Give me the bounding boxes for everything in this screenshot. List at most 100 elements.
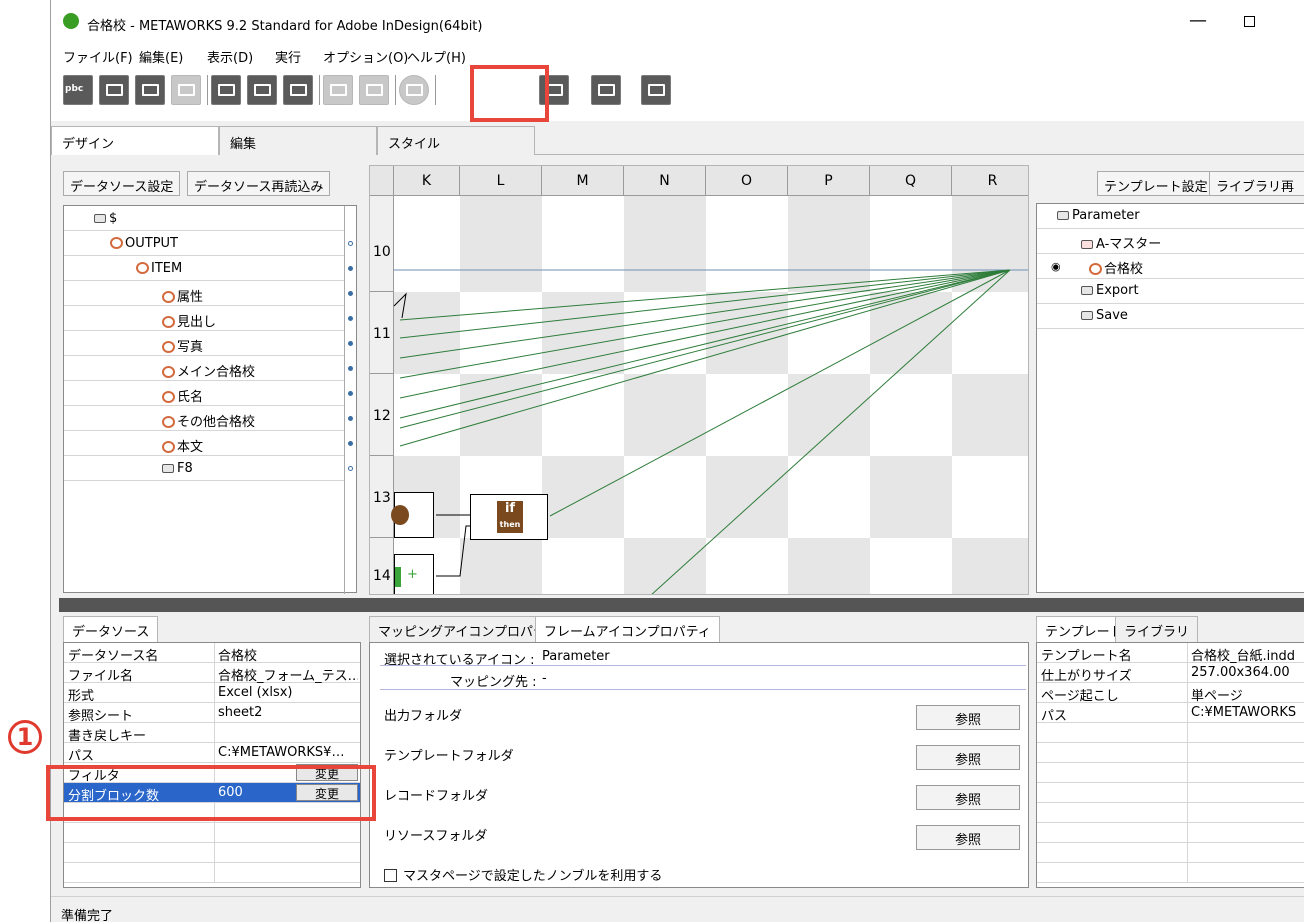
tree-item[interactable]: Save bbox=[1037, 304, 1304, 329]
minimize-button[interactable]: — bbox=[1189, 10, 1207, 31]
highlight-box-4 bbox=[470, 65, 549, 122]
list-button[interactable] bbox=[211, 75, 241, 105]
tree-item[interactable]: 本文 bbox=[64, 431, 344, 456]
line-button[interactable] bbox=[247, 75, 277, 105]
maximize-button[interactable] bbox=[1244, 16, 1255, 27]
tree-item[interactable]: 見出し bbox=[64, 306, 344, 331]
record-folder-label: レコードフォルダ bbox=[384, 789, 489, 804]
tab-datasource[interactable]: データソース bbox=[63, 616, 159, 642]
property-row: 書き戻しキー bbox=[64, 723, 360, 744]
datasource-properties: データソース データソース名 合格校 ファイル名 合格校_フォーム_テス… 形式 Ex… bbox=[59, 614, 365, 892]
resource-folder-browse-button[interactable]: 参照 bbox=[916, 825, 1020, 850]
db-icon bbox=[94, 214, 106, 223]
tab-library[interactable]: ライブラリ bbox=[1115, 616, 1199, 642]
app-icon bbox=[63, 13, 79, 29]
status-bar: 準備完了 bbox=[51, 896, 1304, 924]
template-settings-button[interactable]: テンプレート設定 bbox=[1097, 171, 1215, 196]
tab-design[interactable]: デザイン bbox=[51, 126, 219, 155]
tree-item[interactable]: 氏名 bbox=[64, 381, 344, 406]
back-button[interactable] bbox=[323, 75, 353, 105]
nombre-checkbox[interactable]: マスタページで設定したノンブルを利用する bbox=[384, 865, 662, 884]
library-reload-button[interactable]: ライブラリ再読 bbox=[1209, 171, 1304, 196]
template-folder-browse-button[interactable]: 参照 bbox=[916, 745, 1020, 770]
template-panel: テンプレート設定 ライブラリ再読 Parameter A-マスター ◉合格校 E… bbox=[1033, 165, 1304, 595]
tree-item[interactable]: 属性 bbox=[64, 281, 344, 306]
if-then-node[interactable]: if then bbox=[470, 494, 548, 540]
node-icon bbox=[110, 237, 123, 249]
menu-file[interactable]: ファイル(F) bbox=[63, 47, 133, 66]
mapping-target-label: マッピング先 : bbox=[450, 675, 537, 690]
menu-edit[interactable]: 編集(E) bbox=[139, 47, 183, 66]
frame-properties-body: 選択されているアイコン : Parameter マッピング先 : - 出力フォル… bbox=[369, 642, 1029, 888]
template-properties: テンプレート ライブラリ テンプレート名 合格校_台紙.indd 仕上がりサイズ 2… bbox=[1033, 614, 1304, 892]
tree-item[interactable]: F8 bbox=[64, 456, 344, 481]
function-icon bbox=[391, 505, 409, 525]
record-folder-browse-button[interactable]: 参照 bbox=[916, 785, 1020, 810]
mapping-target-value: - bbox=[542, 671, 547, 686]
mapping-grid[interactable]: K L M N O P Q R 10 11 12 13 14 if then + bbox=[369, 165, 1029, 595]
property-row: パス C:¥METAWORKS bbox=[1037, 703, 1304, 724]
checkbox-box[interactable] bbox=[384, 869, 397, 882]
tab-frame-icon-properties[interactable]: フレームアイコンプロパティ bbox=[535, 616, 720, 642]
property-row: テンプレート名 合格校_台紙.indd bbox=[1037, 643, 1304, 664]
tree-item[interactable]: ◉ 合格校 bbox=[1037, 254, 1304, 279]
db-icon bbox=[162, 464, 174, 473]
menu-help[interactable]: ヘルプ(H) bbox=[407, 47, 466, 66]
export-icon bbox=[1081, 286, 1093, 295]
field-icon bbox=[162, 416, 175, 428]
property-row: ファイル名 合格校_フォーム_テス… bbox=[64, 663, 360, 684]
save-button[interactable] bbox=[171, 75, 201, 105]
grid-button[interactable] bbox=[283, 75, 313, 105]
menu-view[interactable]: 表示(D) bbox=[207, 47, 253, 66]
mapping-lines bbox=[393, 269, 1028, 594]
tree-item[interactable]: $ bbox=[64, 206, 344, 231]
menu-options[interactable]: オプション(O) bbox=[323, 47, 408, 66]
tab-style[interactable]: スタイル bbox=[377, 126, 535, 155]
splitter[interactable] bbox=[59, 598, 1304, 612]
datasource-panel: データソース設定 データソース再読込み $ OUTPUT ITEM 属性 見出し… bbox=[59, 165, 361, 595]
eye-icon: ◉ bbox=[1051, 260, 1061, 273]
output-folder-browse-button[interactable]: 参照 bbox=[916, 705, 1020, 730]
node-icon bbox=[1089, 263, 1102, 275]
menu-bar: ファイル(F) 編集(E) 表示(D) 実行 オプション(O) ヘルプ(H) bbox=[51, 40, 1304, 67]
property-row: パス C:¥METAWORKS¥… bbox=[64, 743, 360, 764]
tree-item[interactable]: OUTPUT bbox=[64, 231, 344, 256]
tree-item[interactable]: メイン合格校 bbox=[64, 356, 344, 381]
property-row: ページ起こし 単ページ bbox=[1037, 683, 1304, 704]
add-node[interactable]: + bbox=[394, 554, 434, 594]
template-tree: Parameter A-マスター ◉ 合格校 Export Save bbox=[1036, 203, 1304, 593]
tree-item[interactable]: ITEM bbox=[64, 256, 344, 281]
menu-run[interactable]: 実行 bbox=[275, 47, 301, 66]
pbc-button[interactable]: pbc bbox=[63, 75, 93, 105]
field-icon bbox=[162, 291, 175, 303]
template-folder-label: テンプレートフォルダ bbox=[384, 749, 514, 764]
selected-icon-value: Parameter bbox=[542, 649, 610, 664]
datasource-reload-button[interactable]: データソース再読込み bbox=[187, 171, 331, 196]
page-icon bbox=[1057, 211, 1069, 220]
save-icon bbox=[1081, 311, 1093, 320]
toolbar: pbc bbox=[51, 67, 1304, 121]
tab-edit[interactable]: 編集 bbox=[219, 126, 377, 155]
field-icon bbox=[162, 391, 175, 403]
annotation-1: 1 bbox=[8, 720, 42, 754]
function-node[interactable] bbox=[391, 492, 434, 538]
open-folder-button[interactable] bbox=[99, 75, 129, 105]
table-button[interactable] bbox=[641, 75, 671, 105]
tree-item[interactable]: 写真 bbox=[64, 331, 344, 356]
forward-button[interactable] bbox=[359, 75, 389, 105]
field-icon bbox=[162, 441, 175, 453]
folder-button[interactable] bbox=[135, 75, 165, 105]
resource-folder-label: リソースフォルダ bbox=[384, 829, 488, 844]
window-title: 合格校 - METAWORKS 9.2 Standard for Adobe I… bbox=[87, 19, 483, 34]
triangle-button[interactable] bbox=[591, 75, 621, 105]
tree-item[interactable]: その他合格校 bbox=[64, 406, 344, 431]
datasource-settings-button[interactable]: データソース設定 bbox=[63, 171, 181, 196]
highlight-box-1 bbox=[46, 765, 376, 821]
tree-item[interactable]: Parameter bbox=[1037, 204, 1304, 229]
field-icon bbox=[162, 341, 175, 353]
refresh-button[interactable] bbox=[399, 75, 429, 105]
template-property-table: テンプレート名 合格校_台紙.indd 仕上がりサイズ 257.00x364.00 … bbox=[1036, 642, 1304, 888]
tree-item[interactable]: Export bbox=[1037, 279, 1304, 304]
property-row: データソース名 合格校 bbox=[64, 643, 360, 664]
tree-item[interactable]: A-マスター bbox=[1037, 229, 1304, 254]
